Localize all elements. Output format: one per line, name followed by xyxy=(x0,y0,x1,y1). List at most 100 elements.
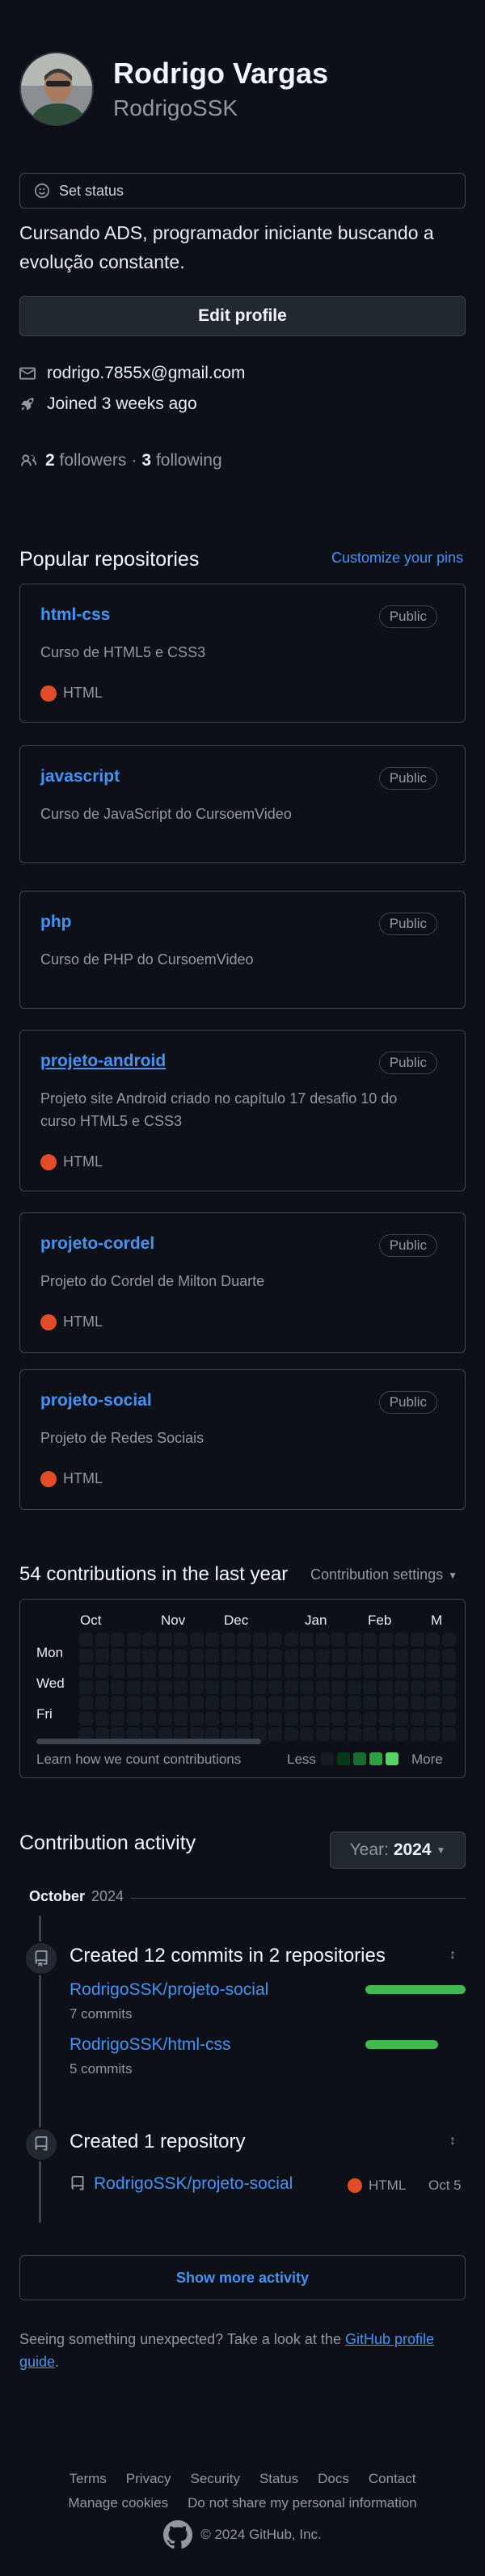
contribution-day-cell[interactable] xyxy=(268,1664,282,1678)
contribution-day-cell[interactable] xyxy=(142,1664,156,1678)
contribution-day-cell[interactable] xyxy=(126,1711,141,1726)
contribution-day-cell[interactable] xyxy=(237,1664,251,1678)
contribution-day-cell[interactable] xyxy=(300,1664,314,1678)
contribution-day-cell[interactable] xyxy=(205,1711,219,1726)
show-more-activity-button[interactable]: Show more activity xyxy=(19,2255,466,2300)
contribution-day-cell[interactable] xyxy=(315,1680,330,1694)
footer-link-privacy[interactable]: Privacy xyxy=(126,2467,171,2491)
contribution-day-cell[interactable] xyxy=(268,1680,282,1694)
contribution-day-cell[interactable] xyxy=(331,1696,345,1710)
contribution-day-cell[interactable] xyxy=(363,1648,377,1663)
contribution-day-cell[interactable] xyxy=(111,1680,124,1694)
contribution-day-cell[interactable] xyxy=(331,1727,345,1741)
set-status-button[interactable]: Set status xyxy=(19,173,466,209)
contribution-day-cell[interactable] xyxy=(284,1633,298,1646)
commit-repo-link[interactable]: RodrigoSSK/projeto-social xyxy=(70,1980,268,2000)
contribution-day-cell[interactable] xyxy=(394,1727,408,1741)
contribution-day-cell[interactable] xyxy=(189,1680,204,1694)
footer-link-security[interactable]: Security xyxy=(191,2467,240,2491)
contribution-day-cell[interactable] xyxy=(111,1648,124,1663)
contribution-day-cell[interactable] xyxy=(174,1633,188,1646)
contribution-day-cell[interactable] xyxy=(95,1711,109,1726)
contribution-day-cell[interactable] xyxy=(394,1711,408,1726)
contribution-day-cell[interactable] xyxy=(268,1727,282,1741)
followers-link[interactable]: 2 followers xyxy=(45,451,126,470)
contribution-day-cell[interactable] xyxy=(441,1680,456,1694)
contribution-day-cell[interactable] xyxy=(410,1648,424,1663)
contribution-day-cell[interactable] xyxy=(79,1633,93,1646)
contribution-day-cell[interactable] xyxy=(174,1696,188,1710)
contribution-day-cell[interactable] xyxy=(79,1680,93,1694)
contribution-day-cell[interactable] xyxy=(331,1711,345,1726)
contribution-day-cell[interactable] xyxy=(237,1696,251,1710)
contribution-day-cell[interactable] xyxy=(221,1696,235,1710)
contribution-day-cell[interactable] xyxy=(284,1727,298,1741)
contribution-day-cell[interactable] xyxy=(347,1696,361,1710)
contribution-day-cell[interactable] xyxy=(300,1633,314,1646)
contribution-day-cell[interactable] xyxy=(394,1696,408,1710)
contribution-day-cell[interactable] xyxy=(95,1696,109,1710)
contribution-day-cell[interactable] xyxy=(410,1633,424,1646)
email-link[interactable]: rodrigo.7855x@gmail.com xyxy=(47,364,245,383)
contribution-day-cell[interactable] xyxy=(300,1648,314,1663)
contribution-day-cell[interactable] xyxy=(363,1633,377,1646)
contribution-day-cell[interactable] xyxy=(347,1648,361,1663)
contribution-day-cell[interactable] xyxy=(126,1696,141,1710)
contribution-day-cell[interactable] xyxy=(441,1648,456,1663)
contribution-day-cell[interactable] xyxy=(378,1711,393,1726)
contribution-day-cell[interactable] xyxy=(237,1648,251,1663)
contribution-day-cell[interactable] xyxy=(331,1633,345,1646)
contribution-day-cell[interactable] xyxy=(158,1696,172,1710)
contribution-day-cell[interactable] xyxy=(237,1633,251,1646)
contribution-day-cell[interactable] xyxy=(331,1680,345,1694)
contribution-day-cell[interactable] xyxy=(331,1648,345,1663)
contribution-day-cell[interactable] xyxy=(426,1727,440,1741)
contribution-day-cell[interactable] xyxy=(205,1648,219,1663)
contribution-day-cell[interactable] xyxy=(315,1633,330,1646)
contribution-day-cell[interactable] xyxy=(284,1680,298,1694)
contribution-day-cell[interactable] xyxy=(300,1696,314,1710)
contribution-day-cell[interactable] xyxy=(221,1648,235,1663)
contribution-day-cell[interactable] xyxy=(378,1648,393,1663)
contribution-day-cell[interactable] xyxy=(158,1633,172,1646)
fold-icon[interactable]: ↕ xyxy=(449,2134,456,2148)
fold-icon[interactable]: ↕ xyxy=(449,1948,456,1963)
contribution-day-cell[interactable] xyxy=(142,1633,156,1646)
contribution-day-cell[interactable] xyxy=(331,1664,345,1678)
contribution-day-cell[interactable] xyxy=(284,1696,298,1710)
contribution-day-cell[interactable] xyxy=(347,1727,361,1741)
contribution-day-cell[interactable] xyxy=(205,1696,219,1710)
contribution-day-cell[interactable] xyxy=(158,1664,172,1678)
contribution-day-cell[interactable] xyxy=(315,1727,330,1741)
year-selector-button[interactable]: Year: 2024 ▼ xyxy=(330,1832,466,1869)
contribution-day-cell[interactable] xyxy=(378,1633,393,1646)
contribution-day-cell[interactable] xyxy=(95,1664,109,1678)
contribution-day-cell[interactable] xyxy=(363,1696,377,1710)
contribution-day-cell[interactable] xyxy=(95,1648,109,1663)
contribution-day-cell[interactable] xyxy=(363,1711,377,1726)
contribution-day-cell[interactable] xyxy=(252,1680,267,1694)
contribution-day-cell[interactable] xyxy=(237,1711,251,1726)
contribution-day-cell[interactable] xyxy=(189,1648,204,1663)
contribution-day-cell[interactable] xyxy=(95,1680,109,1694)
learn-contributions-link[interactable]: Learn how we count contributions xyxy=(36,1752,241,1768)
contribution-day-cell[interactable] xyxy=(111,1664,124,1678)
contribution-day-cell[interactable] xyxy=(426,1711,440,1726)
contribution-day-cell[interactable] xyxy=(363,1727,377,1741)
contribution-day-cell[interactable] xyxy=(252,1648,267,1663)
footer-link-contact[interactable]: Contact xyxy=(369,2467,416,2491)
contribution-day-cell[interactable] xyxy=(126,1648,141,1663)
repo-link[interactable]: projeto-android xyxy=(40,1052,166,1071)
contribution-day-cell[interactable] xyxy=(174,1680,188,1694)
contribution-day-cell[interactable] xyxy=(363,1664,377,1678)
contribution-day-cell[interactable] xyxy=(221,1633,235,1646)
contribution-day-cell[interactable] xyxy=(441,1664,456,1678)
contribution-day-cell[interactable] xyxy=(426,1664,440,1678)
contribution-day-cell[interactable] xyxy=(394,1680,408,1694)
contribution-settings-button[interactable]: Contribution settings ▼ xyxy=(310,1566,458,1583)
contribution-day-cell[interactable] xyxy=(315,1696,330,1710)
contribution-day-cell[interactable] xyxy=(378,1727,393,1741)
contribution-day-cell[interactable] xyxy=(252,1664,267,1678)
contribution-day-cell[interactable] xyxy=(111,1711,124,1726)
contribution-day-cell[interactable] xyxy=(189,1664,204,1678)
